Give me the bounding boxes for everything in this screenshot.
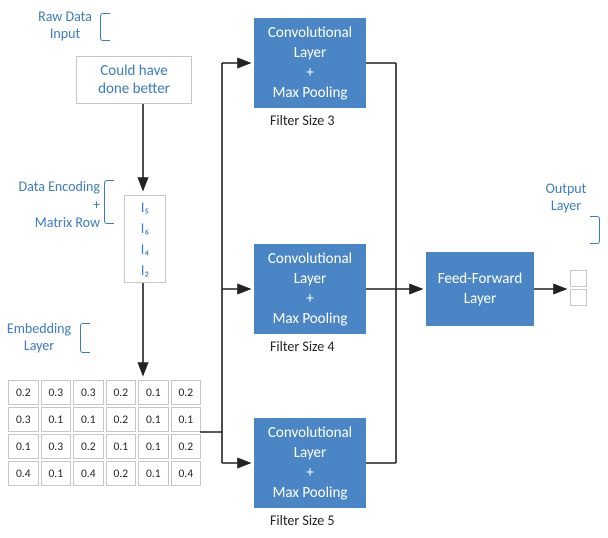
matrix-cell: 0.2 [171,434,202,459]
matrix-cell: 0.1 [138,380,169,405]
raw-data-text-box: Could have done better [76,56,192,104]
feed-forward-box: Feed-Forward Layer [426,252,534,326]
filter-size-5-label: Filter Size 5 [270,512,335,529]
matrix-cell: 0.2 [106,407,137,432]
matrix-cell: 0.1 [8,434,39,459]
matrix-cell: 0.2 [73,434,104,459]
encoding-item-3: I₂ [141,260,149,281]
matrix-cell: 0.1 [106,434,137,459]
encoding-item-2: I₄ [141,239,150,260]
matrix-cell: 0.4 [8,461,39,486]
filter-size-4-label: Filter Size 4 [270,338,335,355]
embedding-bracket [80,323,90,353]
data-encoding-bracket [104,180,114,224]
output-cell-0 [570,270,587,287]
output-stack [570,270,587,306]
matrix-cell: 0.1 [171,407,202,432]
matrix-cell: 0.3 [41,380,72,405]
filter-size-3-label: Filter Size 3 [270,112,335,129]
matrix-cell: 0.1 [138,434,169,459]
data-encoding-label: Data Encoding + Matrix Row [0,178,100,233]
matrix-cell: 0.3 [41,434,72,459]
matrix-cell: 0.2 [8,380,39,405]
matrix-cell: 0.4 [171,461,202,486]
matrix-cell: 0.3 [8,407,39,432]
matrix-cell: 0.4 [73,461,104,486]
embedding-layer-label: Embedding Layer [0,320,78,354]
matrix-cell: 0.3 [73,380,104,405]
matrix-cell: 0.2 [106,461,137,486]
output-cell-1 [570,289,587,306]
matrix-cell: 0.2 [106,380,137,405]
matrix-cell: 0.1 [138,407,169,432]
embedding-matrix: 0.20.30.30.20.10.20.30.10.10.20.10.10.10… [8,380,201,486]
conv-box-filter-5: Convolutional Layer + Max Pooling [254,418,366,508]
encoding-box: I₅ I₆ I₄ I₂ [124,195,166,283]
raw-data-input-label: Raw Data Input [30,8,100,42]
encoding-item-0: I₅ [141,197,149,218]
raw-data-bracket [100,13,110,41]
data-encoding-line2: Matrix Row [35,214,100,231]
data-encoding-plus: + [93,196,100,213]
matrix-cell: 0.1 [41,461,72,486]
output-bracket [590,216,600,244]
conv-box-filter-4: Convolutional Layer + Max Pooling [254,244,366,334]
output-layer-label: Output Layer [536,180,596,214]
matrix-cell: 0.1 [41,407,72,432]
data-encoding-line1: Data Encoding [19,178,100,195]
matrix-cell: 0.2 [171,380,202,405]
encoding-item-1: I₆ [141,218,150,239]
conv-box-filter-3: Convolutional Layer + Max Pooling [254,18,366,108]
matrix-cell: 0.1 [73,407,104,432]
matrix-cell: 0.1 [138,461,169,486]
